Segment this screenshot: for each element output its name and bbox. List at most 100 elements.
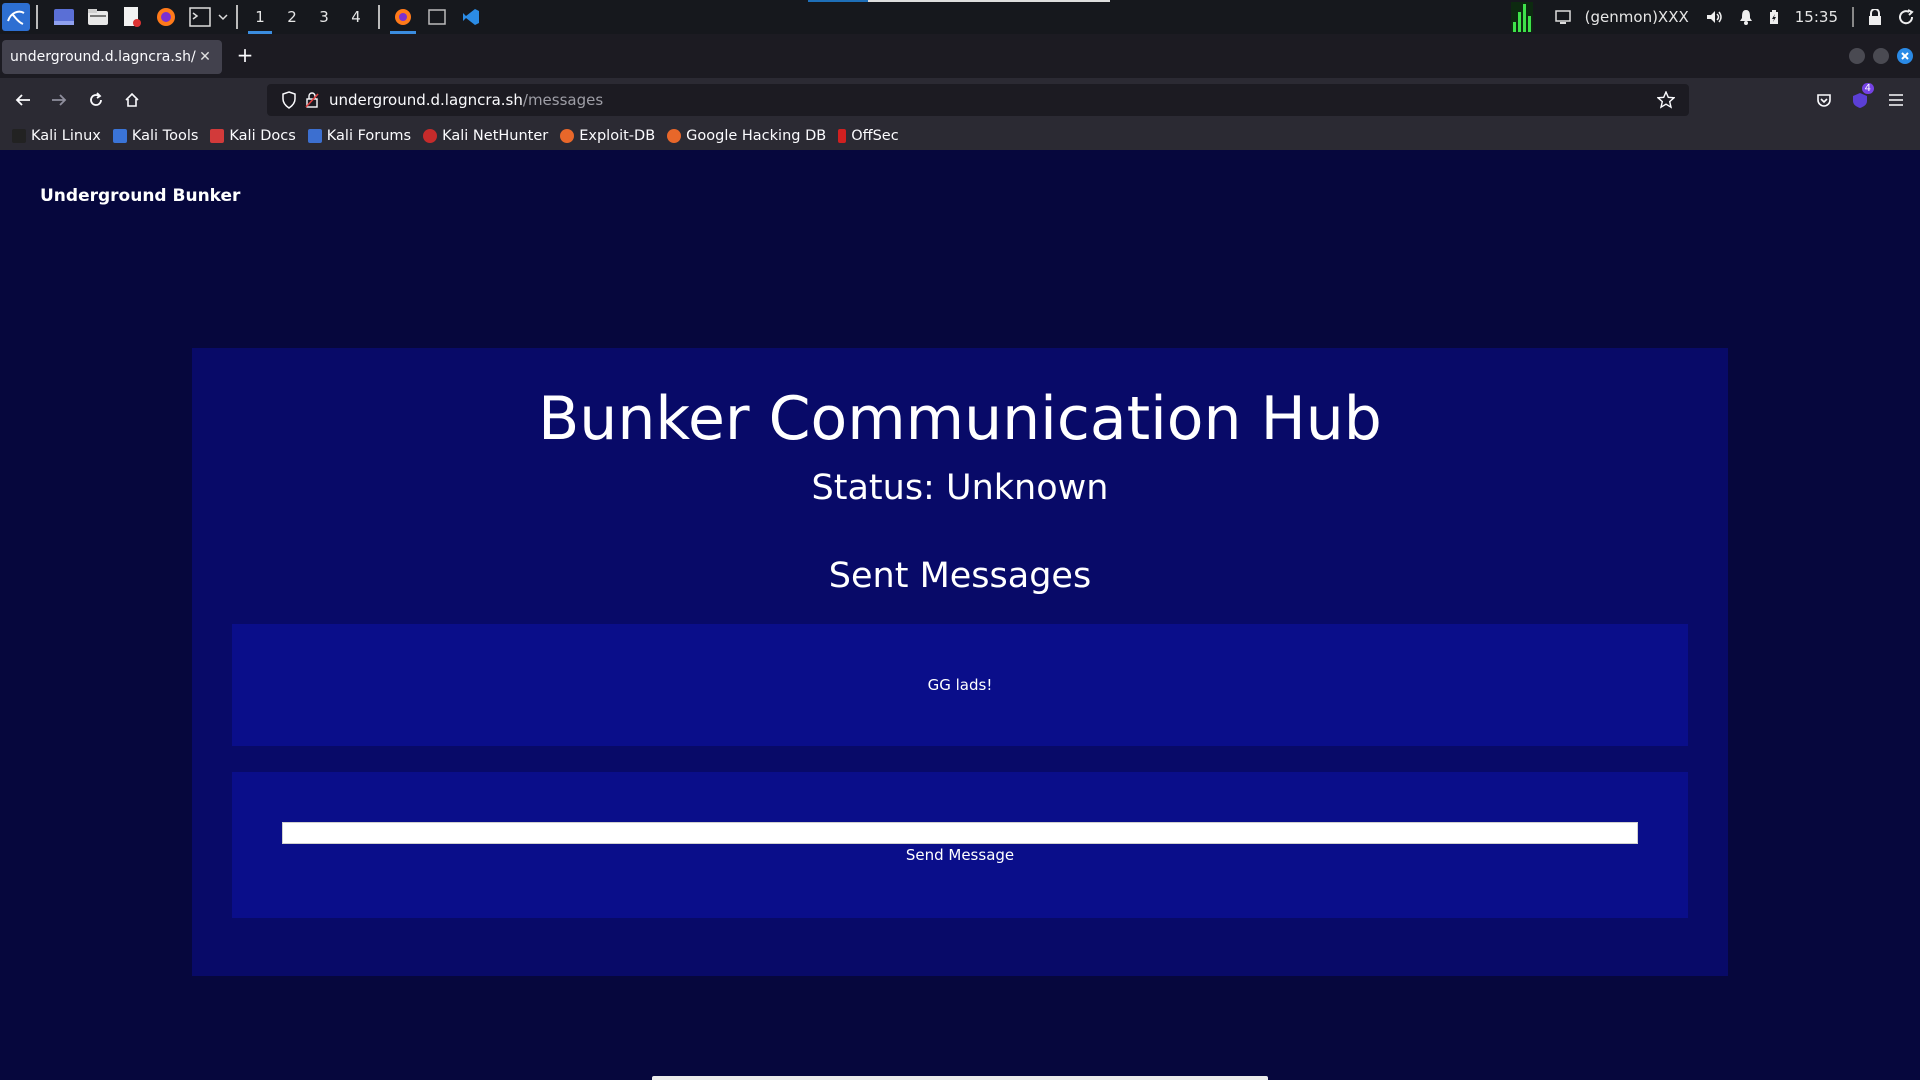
- communication-hub-panel: Bunker Communication Hub Status: Unknown…: [192, 348, 1728, 976]
- show-desktop-icon[interactable]: [50, 3, 78, 31]
- back-button[interactable]: [9, 87, 37, 113]
- bookmark-label: Kali Docs: [229, 128, 296, 144]
- clock[interactable]: 15:35: [1795, 8, 1838, 26]
- panel-separator: [36, 5, 38, 29]
- bookmark-label: Kali Linux: [31, 128, 101, 144]
- bookmark-label: Kali NetHunter: [442, 128, 549, 144]
- bookmark-star-icon[interactable]: [1657, 91, 1675, 109]
- close-tab-icon[interactable]: ✕: [196, 49, 214, 65]
- cpu-graph: [1510, 2, 1533, 32]
- genmon-icon: [1554, 10, 1571, 24]
- bookmark-kali-forums[interactable]: Kali Forums: [307, 128, 412, 144]
- bookmark-kali-nethunter[interactable]: Kali NetHunter: [423, 128, 548, 144]
- launcher-dropdown-chevron-icon[interactable]: [216, 3, 230, 31]
- bottom-scroll-indicator: [652, 1076, 1268, 1080]
- bookmark-exploit-db[interactable]: Exploit-DB: [560, 128, 655, 144]
- lock-screen-icon[interactable]: [1868, 9, 1882, 25]
- minimize-window-button[interactable]: [1849, 48, 1865, 64]
- file-manager-icon[interactable]: [84, 3, 112, 31]
- arrow-right-icon: [52, 94, 67, 106]
- bookmark-label: Kali Tools: [131, 128, 199, 144]
- app-menu-button[interactable]: [1882, 87, 1910, 113]
- pocket-icon: [1817, 94, 1831, 107]
- bookmark-kali-linux[interactable]: Kali Linux: [12, 128, 101, 144]
- tab-title: underground.d.lagncra.sh/messages: [10, 49, 196, 65]
- genmon-label[interactable]: (genmon)XXX: [1585, 8, 1689, 26]
- extension-button[interactable]: 4: [1846, 83, 1874, 113]
- workspace-4[interactable]: 4: [340, 0, 372, 34]
- text-editor-icon[interactable]: [118, 3, 146, 31]
- panel-progress-indicator: [808, 0, 1110, 2]
- panel-separator: [236, 5, 238, 29]
- bookmark-offsec[interactable]: OffSec: [838, 128, 899, 144]
- send-message-form: Send Message: [232, 772, 1688, 918]
- logout-icon[interactable]: [1898, 9, 1914, 25]
- message-item: GG lads!: [927, 676, 993, 694]
- ghdb-icon: [667, 129, 682, 143]
- reload-icon: [90, 92, 102, 106]
- tracking-protection-shield-icon[interactable]: [281, 91, 297, 109]
- firefox-launcher-icon[interactable]: [152, 3, 180, 31]
- bookmark-google-hacking-db[interactable]: Google Hacking DB: [667, 128, 826, 144]
- extension-badge: 4: [1861, 83, 1874, 94]
- bookmark-label: Kali Forums: [326, 128, 412, 144]
- close-icon: [1901, 52, 1909, 60]
- url-host: underground.d.lagncra.sh: [329, 91, 523, 109]
- kali-tools-icon: [112, 129, 127, 143]
- url-bar[interactable]: underground.d.lagncra.sh/messages: [267, 84, 1689, 116]
- terminal-window-icon: [428, 9, 446, 25]
- kali-dragon-icon: [12, 129, 26, 143]
- kali-forums-icon: [307, 129, 322, 143]
- close-window-button[interactable]: [1897, 48, 1913, 64]
- battery-icon[interactable]: [1769, 9, 1779, 25]
- system-panel: 1 2 3 4 (genmon)XXX 15:35: [0, 0, 1920, 34]
- bookmark-kali-tools[interactable]: Kali Tools: [112, 128, 199, 144]
- panel-separator: [378, 5, 380, 29]
- message-input[interactable]: [282, 822, 1638, 844]
- status-text: Status: Unknown: [811, 468, 1109, 508]
- offsec-icon: [838, 129, 847, 143]
- insecure-lock-icon[interactable]: [305, 92, 319, 108]
- home-icon: [125, 92, 139, 107]
- workspace-2[interactable]: 2: [276, 0, 308, 34]
- bookmark-label: Exploit-DB: [579, 128, 656, 144]
- volume-icon[interactable]: [1705, 9, 1723, 25]
- vscode-icon: [463, 9, 479, 25]
- forward-button[interactable]: [45, 87, 73, 113]
- bookmarks-toolbar: Kali Linux Kali Tools Kali Docs Kali For…: [0, 122, 1920, 150]
- workspace-1[interactable]: 1: [244, 0, 276, 34]
- message-list: GG lads!: [232, 624, 1688, 746]
- url-text[interactable]: underground.d.lagncra.sh/messages: [329, 91, 603, 109]
- panel-separator: [1852, 7, 1854, 27]
- kali-docs-icon: [210, 129, 225, 143]
- workspace-3[interactable]: 3: [308, 0, 340, 34]
- page-title: Bunker Communication Hub: [538, 384, 1382, 454]
- taskbar-vscode-window[interactable]: [454, 0, 488, 34]
- reload-button[interactable]: [82, 87, 110, 113]
- arrow-left-icon: [15, 94, 30, 106]
- tab-messages[interactable]: underground.d.lagncra.sh/messages ✕: [2, 40, 222, 74]
- send-message-button[interactable]: Send Message: [232, 846, 1688, 864]
- sent-messages-heading: Sent Messages: [828, 556, 1092, 596]
- firefox-window-icon: [395, 9, 411, 25]
- url-path: /messages: [522, 91, 604, 109]
- bookmark-kali-docs[interactable]: Kali Docs: [210, 128, 296, 144]
- kali-menu-icon[interactable]: [2, 3, 30, 31]
- web-page: Underground Bunker Bunker Communication …: [0, 150, 1920, 1080]
- bookmark-label: Google Hacking DB: [686, 128, 827, 144]
- terminal-launcher-icon[interactable]: [186, 3, 214, 31]
- taskbar-firefox-window[interactable]: [386, 0, 420, 34]
- notification-bell-icon[interactable]: [1739, 9, 1753, 25]
- hamburger-menu-icon: [1889, 94, 1903, 106]
- site-brand[interactable]: Underground Bunker: [40, 186, 240, 206]
- new-tab-button[interactable]: +: [234, 44, 256, 66]
- bookmark-label: OffSec: [851, 128, 899, 144]
- nethunter-icon: [423, 129, 438, 143]
- pocket-button[interactable]: [1810, 87, 1838, 113]
- browser-nav-bar: underground.d.lagncra.sh/messages 4: [0, 78, 1920, 122]
- maximize-window-button[interactable]: [1873, 48, 1889, 64]
- exploit-db-icon: [560, 129, 575, 143]
- home-button[interactable]: [118, 87, 146, 113]
- taskbar-terminal-window[interactable]: [420, 0, 454, 34]
- browser-tab-bar: underground.d.lagncra.sh/messages ✕ +: [0, 34, 1920, 78]
